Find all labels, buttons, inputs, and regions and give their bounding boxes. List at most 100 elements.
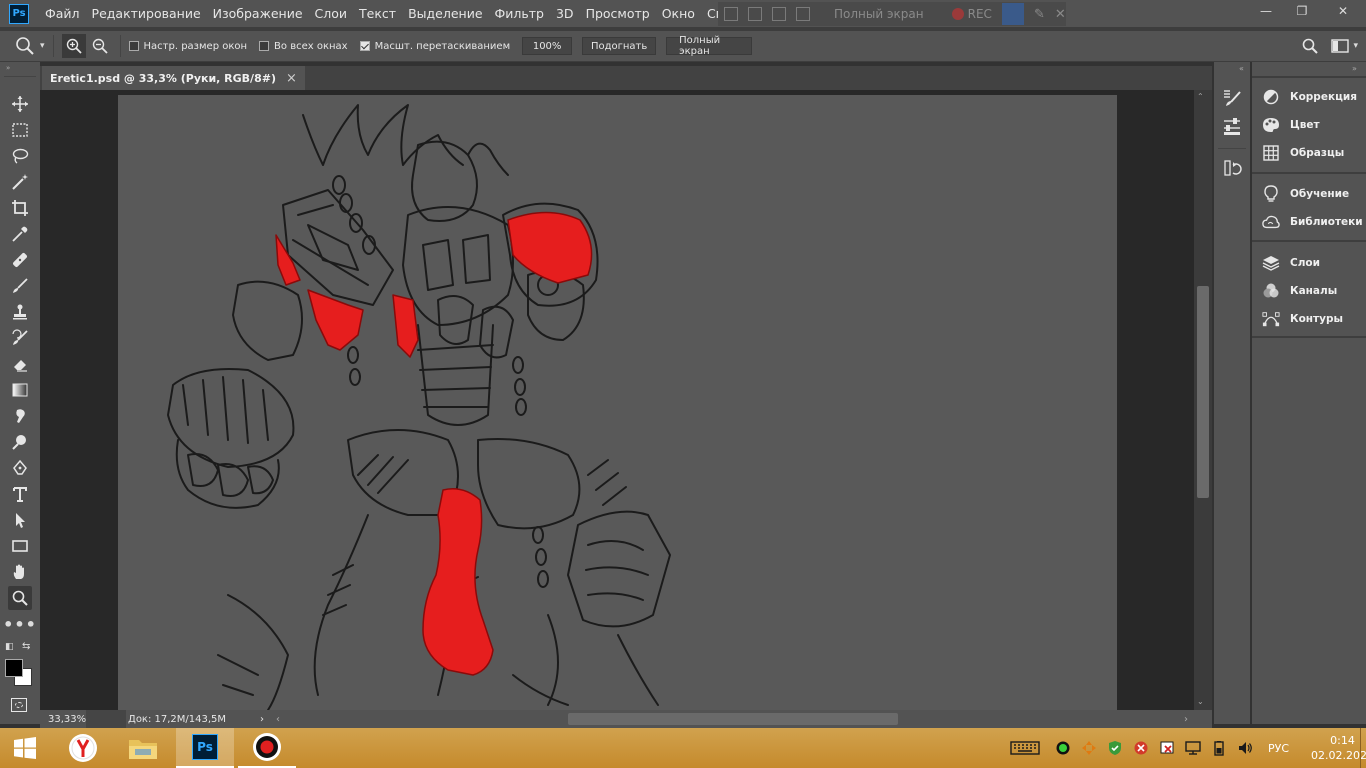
minimize-button[interactable]: — (1248, 0, 1284, 22)
keyboard-icon[interactable] (1010, 740, 1040, 756)
more-tools-button[interactable]: ••• (3, 612, 36, 636)
status-green-icon[interactable] (1055, 740, 1071, 756)
all-windows-checkbox[interactable] (259, 41, 270, 51)
close-icon[interactable]: ✕ (1055, 7, 1066, 22)
document-tab[interactable]: Eretic1.psd @ 33,3% (Руки, RGB/8#) × (42, 66, 305, 90)
collapse-icon[interactable]: « (1239, 64, 1244, 73)
zoom-100-button[interactable]: 100% (522, 37, 573, 55)
menu-layer[interactable]: Слои (309, 0, 354, 27)
antivirus-icon[interactable] (1107, 740, 1123, 756)
collapse-icon[interactable]: » (1352, 64, 1357, 73)
menu-3d[interactable]: 3D (550, 0, 580, 27)
default-colors-icon[interactable]: ◧ (5, 642, 14, 652)
panel-layers[interactable]: Слои (1262, 254, 1320, 272)
search-icon[interactable] (1301, 37, 1319, 55)
eraser-tool[interactable] (8, 352, 32, 376)
scroll-down-icon[interactable]: ⌄ (1197, 697, 1204, 706)
chevron-down-icon[interactable]: ▾ (40, 41, 45, 51)
restore-button[interactable]: ❐ (1284, 0, 1320, 22)
crop-tool[interactable] (8, 196, 32, 220)
panel-adjustments[interactable]: Коррекция (1262, 88, 1357, 106)
taskbar-file-explorer[interactable] (114, 728, 172, 768)
menu-filter[interactable]: Фильтр (489, 0, 550, 27)
healing-brush-tool[interactable] (8, 248, 32, 272)
brush-tool[interactable] (8, 274, 32, 298)
horizontal-scrollbar-thumb[interactable] (568, 713, 898, 725)
display-icon[interactable] (1185, 740, 1201, 756)
clock[interactable]: 0:14 02.02.2020 (1311, 733, 1366, 763)
history-button[interactable] (1222, 158, 1242, 181)
clone-stamp-tool[interactable] (8, 300, 32, 324)
quick-mask-icon[interactable] (11, 698, 27, 712)
path-selection-tool[interactable] (8, 508, 32, 532)
panel-swatches[interactable]: Образцы (1262, 144, 1344, 162)
zoom-tool-preset-icon[interactable] (14, 35, 36, 57)
smudge-tool[interactable] (8, 404, 32, 428)
workspace-icon[interactable] (1331, 38, 1350, 54)
foreground-color-swatch[interactable] (5, 659, 23, 677)
photoshop-logo[interactable]: Ps (9, 3, 29, 24)
panel-channels[interactable]: Каналы (1262, 282, 1337, 300)
scroll-up-icon[interactable]: ⌃ (1197, 92, 1204, 101)
menu-view[interactable]: Просмотр (580, 0, 656, 27)
fit-screen-button[interactable]: Подогнать (582, 37, 657, 55)
scroll-right-icon[interactable]: › (1184, 714, 1188, 725)
zoom-out-button[interactable] (88, 34, 112, 58)
taskbar-photoshop[interactable]: Ps (176, 728, 234, 768)
show-desktop-button[interactable] (1360, 728, 1366, 768)
panel-color[interactable]: Цвет (1262, 116, 1320, 134)
menu-lines-icon[interactable] (724, 7, 738, 21)
color-swatch-icon[interactable] (1001, 3, 1024, 25)
swap-colors-icon[interactable]: ⇆ (22, 641, 30, 652)
zoom-level[interactable]: 33,33% (40, 714, 86, 725)
rec-button[interactable]: REC (968, 7, 992, 21)
menu-window[interactable]: Окно (656, 0, 701, 27)
move-tool[interactable] (8, 92, 32, 116)
scroll-left-icon[interactable]: ‹ (276, 714, 280, 725)
history-brush-tool[interactable] (8, 326, 32, 350)
panel-paths[interactable]: Контуры (1262, 310, 1343, 328)
eyedropper-tool[interactable] (8, 222, 32, 246)
artwork-canvas[interactable] (118, 95, 1117, 710)
brush-settings-button[interactable] (1222, 88, 1242, 111)
magic-wand-tool[interactable] (8, 170, 32, 194)
vertical-scrollbar-thumb[interactable] (1197, 286, 1209, 498)
close-tab-icon[interactable]: × (286, 71, 297, 86)
panel-learn[interactable]: Обучение (1262, 185, 1349, 203)
volume-icon[interactable] (1237, 740, 1253, 756)
fullscreen-mode-label[interactable]: Полный экран (834, 7, 924, 21)
zoom-in-button[interactable] (61, 34, 86, 58)
zoom-tool[interactable] (8, 586, 32, 610)
scrubby-zoom-option[interactable]: Масшт. перетаскиванием (359, 41, 510, 52)
pen-tool[interactable] (8, 456, 32, 480)
type-tool[interactable] (8, 482, 32, 506)
taskbar-yandex-browser[interactable] (54, 728, 112, 768)
hand-tool[interactable] (8, 560, 32, 584)
scrubby-zoom-checkbox[interactable] (359, 41, 370, 51)
update-error-icon[interactable] (1159, 740, 1175, 756)
lasso-tool[interactable] (8, 144, 32, 168)
rectangle-tool[interactable] (8, 534, 32, 558)
menu-file[interactable]: Файл (39, 0, 86, 27)
all-windows-option[interactable]: Во всех окнах (259, 41, 348, 52)
language-indicator[interactable]: РУС (1268, 742, 1289, 755)
resize-windows-checkbox[interactable] (128, 41, 139, 51)
marquee-tool[interactable] (8, 118, 32, 142)
menu-edit[interactable]: Редактирование (86, 0, 207, 27)
menu-type[interactable]: Текст (353, 0, 402, 27)
panel-libraries[interactable]: Библиотеки (1262, 213, 1363, 231)
taskbar-recorder[interactable] (238, 728, 296, 768)
pencil-icon[interactable]: ✎ (1034, 7, 1045, 22)
fill-screen-button[interactable]: Полный экран (666, 35, 753, 57)
gradient-tool[interactable] (8, 378, 32, 402)
crop-frame-icon[interactable] (796, 7, 810, 21)
windows-icon[interactable] (748, 7, 762, 21)
start-button[interactable] (0, 728, 50, 768)
network-arrows-icon[interactable] (1081, 740, 1097, 756)
menu-image[interactable]: Изображение (207, 0, 309, 27)
status-menu-chevron-icon[interactable]: › (260, 714, 264, 725)
close-window-button[interactable]: ✕ (1320, 0, 1366, 22)
collapse-icon[interactable]: » (6, 64, 10, 72)
properties-button[interactable] (1222, 116, 1242, 139)
battery-icon[interactable] (1211, 740, 1227, 756)
